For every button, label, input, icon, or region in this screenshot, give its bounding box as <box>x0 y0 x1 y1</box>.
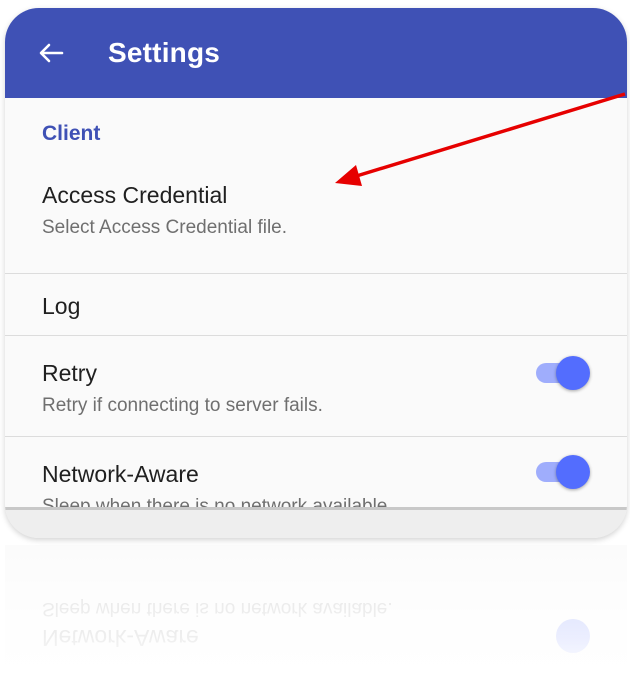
reflection-fade <box>5 545 627 677</box>
category-header-client: Client <box>42 122 101 145</box>
network-aware-toggle[interactable] <box>536 455 590 489</box>
setting-title: Log <box>42 293 81 319</box>
toggle-thumb <box>556 455 590 489</box>
next-section-edge <box>5 507 627 538</box>
setting-access-credential[interactable]: Access Credential Select Access Credenti… <box>5 157 627 274</box>
arrow-left-icon[interactable] <box>38 41 68 65</box>
setting-summary: Select Access Credential file. <box>42 217 288 238</box>
setting-retry[interactable]: Retry Retry if connecting to server fail… <box>5 336 627 437</box>
app-bar: Settings <box>5 8 627 98</box>
toggle-thumb <box>556 356 590 390</box>
setting-log[interactable]: Log <box>5 274 627 336</box>
retry-toggle[interactable] <box>536 356 590 390</box>
setting-title: Access Credential <box>42 182 228 208</box>
screenshot-stage: Settings Client Access Credential Select… <box>0 0 630 677</box>
setting-summary: Retry if connecting to server fails. <box>42 395 323 416</box>
mirror-reflection: Network-Aware Sleep when there is no net… <box>5 545 627 677</box>
page-title: Settings <box>108 37 221 68</box>
settings-screen: Settings Client Access Credential Select… <box>5 8 627 538</box>
